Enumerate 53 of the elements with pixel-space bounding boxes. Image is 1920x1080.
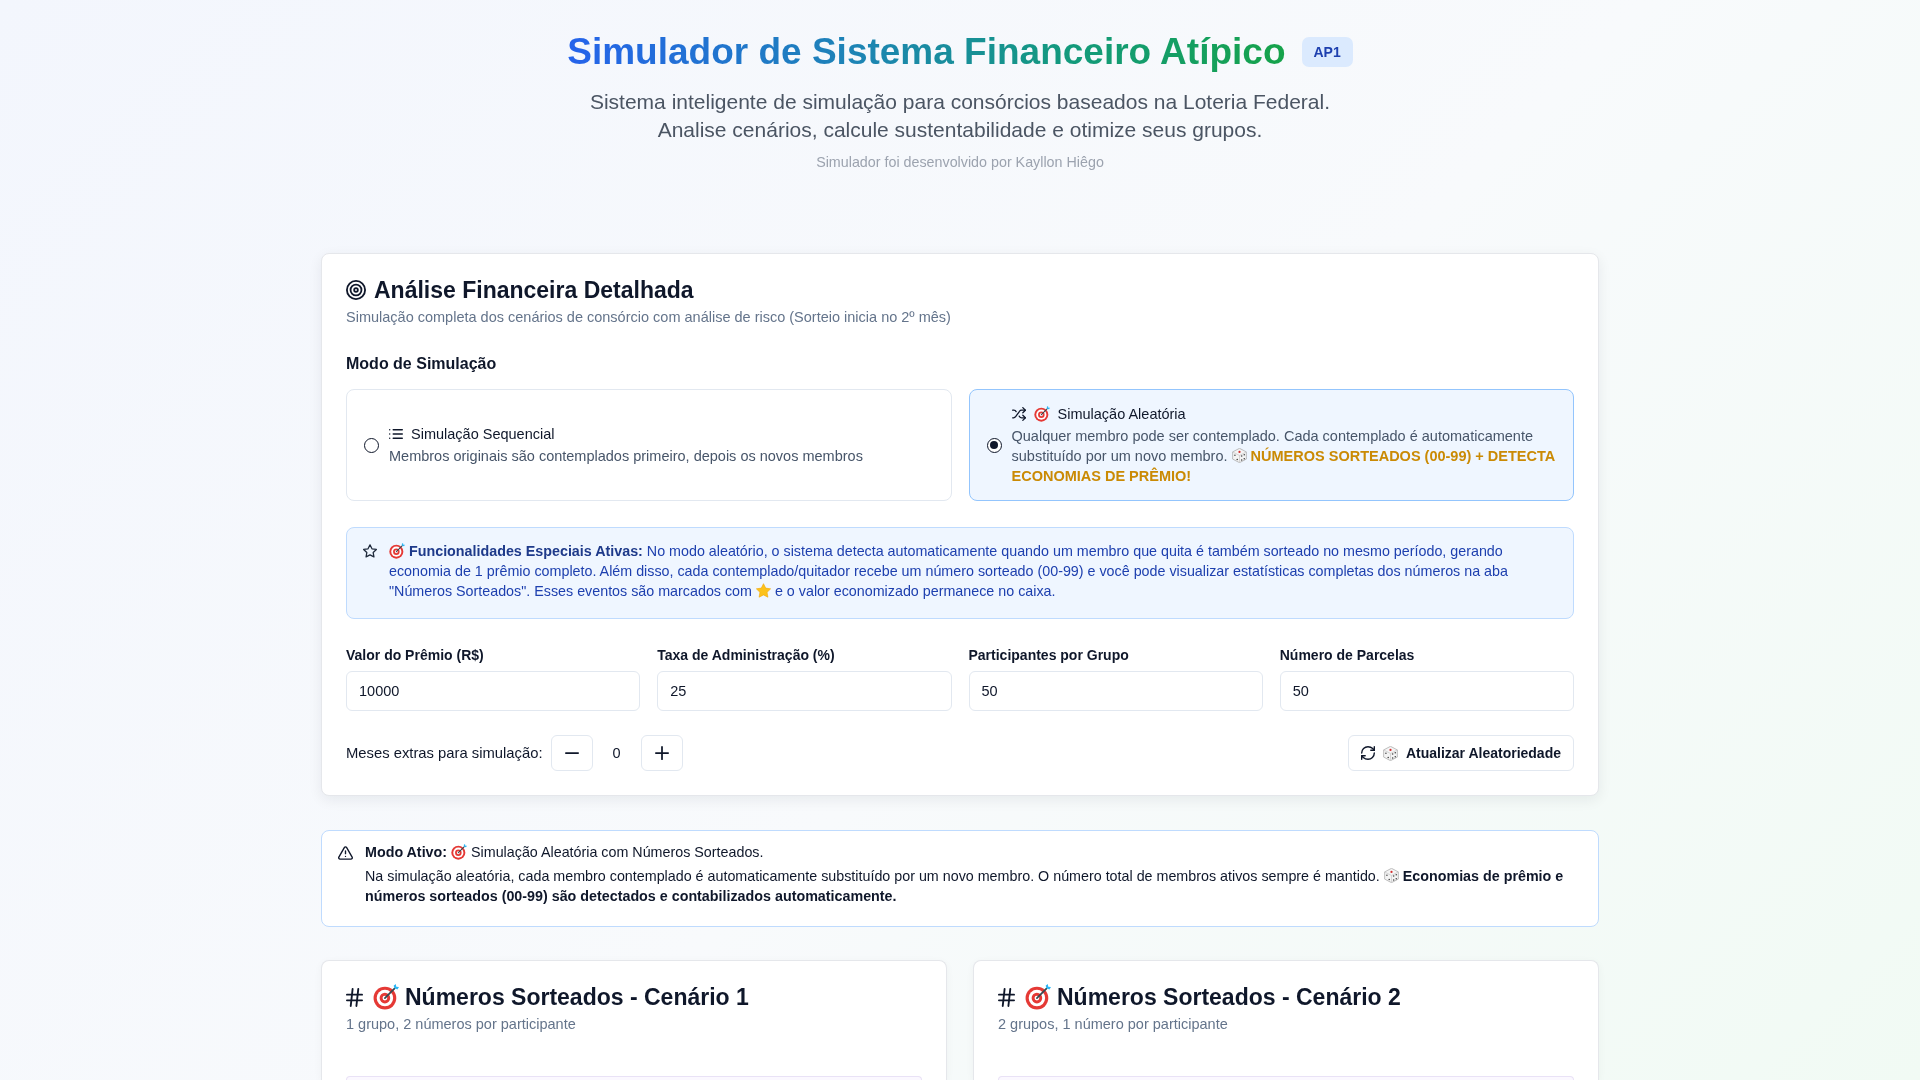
notice-text: Funcionalidades Especiais Ativas: No modo aleatório, o sistema detecta automaticamente quando um membro que quita é também sorteado no mesmo período, gerando economia de 1 prêmio completo. Além disso, cada contemplado/quitador recebe um número sorteado (00-99) e você pode visualizar estatísticas completas dos números na aba "Números Sorteados". Esses eventos são marcados com e o valor economizado permanece no caixa. — [389, 542, 1509, 601]
counter-label: Meses extras para simulação: — [346, 744, 543, 763]
dart-target-icon — [451, 844, 468, 860]
mode-title: Simulação Sequencial — [411, 425, 555, 444]
dice-icon — [1383, 868, 1399, 883]
card-title: Análise Financeira Detalhada — [374, 276, 694, 304]
increment-button[interactable] — [640, 735, 683, 771]
star-icon — [755, 583, 771, 598]
credit-text: Simulador foi desenvolvido por Kayllon Hiêgo — [816, 153, 1104, 172]
dice-icon — [1231, 448, 1247, 463]
mode-option-card[interactable]: Simulação Aleatória Qualquer membro pode ser contemplado. Cada contemplado é automaticamente substituído por um novo membro. NÚMEROS SORTEADOS (00-99) + DETECTA ECONOMIAS DE PRÊMIO! — [968, 389, 1574, 501]
field-label: Participantes por Grupo — [968, 646, 1130, 665]
radio-button[interactable] — [364, 437, 379, 453]
mode-description: Membros originais são contemplados primeiro, depois os novos membros — [389, 447, 863, 466]
mode-description: Qualquer membro pode ser contemplado. Cada contemplado é automaticamente substituído por um novo membro. NÚMEROS SORTEADOS (00-99) + DETECTA ECONOMIAS DE PRÊMIO! — [1011, 427, 1556, 486]
scenario-title: Números Sorteados - Cenário 1 — [405, 983, 749, 1011]
target-icon — [346, 280, 366, 300]
hash-icon — [998, 987, 1015, 1007]
refresh-button[interactable]: Atualizar Aleatoriedade — [1347, 735, 1574, 771]
scenario-subtitle: 1 grupo, 2 números por participante — [346, 1015, 577, 1034]
star-icon — [363, 544, 377, 558]
list-icon — [389, 427, 403, 441]
dart-target-icon — [1025, 984, 1051, 1010]
field-label: Valor do Prêmio (R$) — [346, 646, 485, 665]
alert-body: Na simulação aleatória, cada membro contemplado é automaticamente substituído por um novo membro. O número total de membros ativos sempre é mantido. Economias de prêmio e números sorteados (00-99) são detectados e contabilizados automaticamente. — [365, 867, 1565, 906]
plus-icon — [654, 746, 669, 760]
warning-icon — [338, 846, 353, 860]
dart-target-icon — [373, 984, 399, 1010]
alert-label: Modo Ativo: — [365, 844, 448, 860]
dice-icon — [1382, 745, 1398, 761]
card-subtitle: Simulação completa dos cenários de consórcio com análise de risco (Sorteio inicia no 2º mês) — [346, 308, 952, 327]
refresh-icon — [1360, 746, 1375, 760]
input-field[interactable]: 10000 — [346, 671, 641, 711]
input-field[interactable]: 50 — [968, 671, 1263, 711]
input-field[interactable]: 50 — [1279, 671, 1574, 711]
page-subtitle: Sistema inteligente de simulação para consórcios baseados na Loteria Federal. Analise cenários, calcule sustentabilidade e otimize seus grupos. — [589, 89, 1331, 143]
field-label: Número de Parcelas — [1279, 646, 1416, 665]
radio-button[interactable] — [986, 437, 1002, 453]
section-title: Modo de Simulação — [346, 354, 498, 374]
scenario-subtitle: 2 grupos, 1 número por participante — [998, 1015, 1229, 1034]
input-field[interactable]: 25 — [657, 671, 952, 711]
counter-value: 0 — [611, 744, 622, 763]
alert-text: Simulação Aleatória com Números Sorteados. — [471, 844, 764, 860]
dart-target-icon — [389, 543, 405, 559]
mode-option-card[interactable]: Simulação Sequencial Membros originais são contemplados primeiro, depois os novos membros — [346, 389, 952, 501]
hash-icon — [346, 987, 363, 1007]
mode-title: Simulação Aleatória — [1057, 405, 1186, 424]
version-badge: AP1 — [1301, 37, 1353, 67]
minus-icon — [564, 752, 579, 754]
dart-target-icon — [1033, 406, 1050, 422]
shuffle-icon — [1011, 407, 1026, 421]
scenario-title: Números Sorteados - Cenário 2 — [1057, 983, 1401, 1011]
field-label: Taxa de Administração (%) — [657, 646, 836, 665]
